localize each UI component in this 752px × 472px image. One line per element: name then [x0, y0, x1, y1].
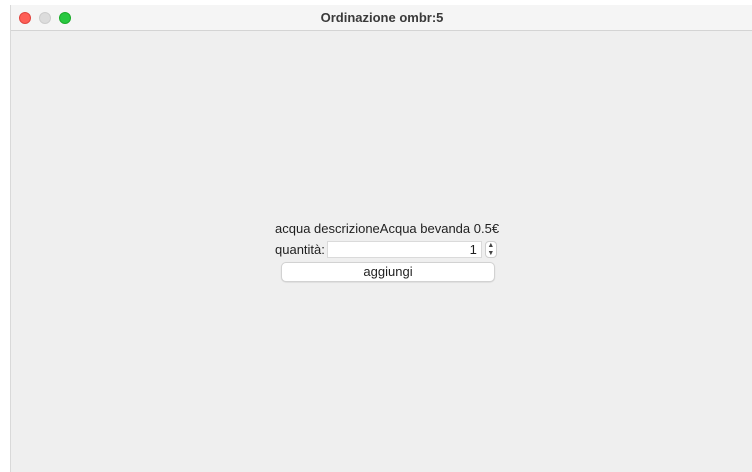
quantity-stepper[interactable]: ▲ ▼ [484, 240, 497, 258]
quantity-field[interactable] [326, 240, 482, 258]
title-bar[interactable]: Ordinazione ombr:5 [11, 5, 752, 31]
window-title: Ordinazione ombr:5 [320, 10, 444, 25]
quantity-row: quantità: ▲ ▼ [275, 239, 507, 259]
app-window: Ordinazione ombr:5 acqua descrizioneAcqu… [10, 5, 752, 472]
chevron-up-icon[interactable]: ▲ [486, 242, 496, 249]
order-form: acqua descrizioneAcqua bevanda 0.5€ quan… [275, 219, 507, 282]
item-description: acqua descrizioneAcqua bevanda 0.5€ [275, 221, 500, 236]
quantity-label: quantità: [275, 241, 325, 257]
add-button[interactable]: aggiungi [281, 262, 495, 282]
chevron-down-icon[interactable]: ▼ [486, 250, 496, 257]
